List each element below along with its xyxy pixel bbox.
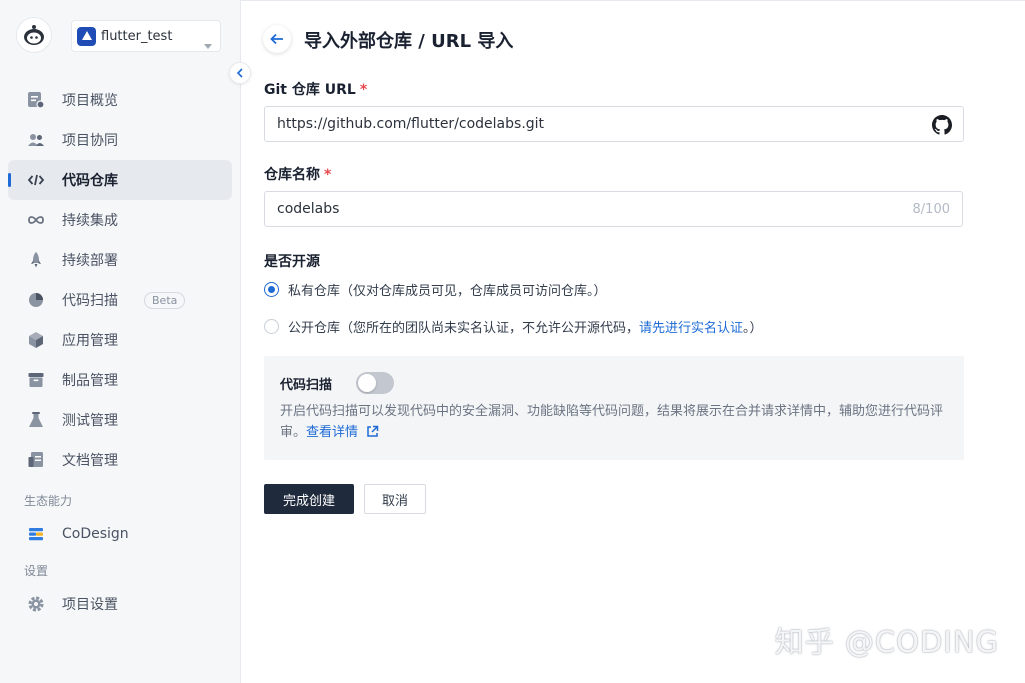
coding-mascot-logo[interactable] (16, 17, 52, 53)
sidebar-item-docs[interactable]: 文档管理 (8, 440, 232, 480)
cancel-button[interactable]: 取消 (364, 484, 426, 514)
required-mark: * (324, 167, 332, 183)
chevron-left-icon (236, 68, 243, 78)
submit-button[interactable]: 完成创建 (264, 484, 354, 514)
sidebar-item-label: 测试管理 (62, 413, 118, 429)
sidebar-item-overview[interactable]: 项目概览 (8, 80, 232, 120)
radio-public-label-suffix: 。） (743, 321, 763, 336)
sidebar: flutter_test 项目概览 项目协同 代码仓库 持续集成 持续部署 代码… (0, 0, 241, 683)
code-scan-panel: 代码扫描 开启代码扫描可以发现代码中的安全漏洞、功能缺陷等代码问题，结果将展示在… (264, 356, 964, 460)
toggle-knob (358, 374, 376, 392)
sidebar-item-code-scan[interactable]: 代码扫描 Beta (8, 280, 232, 320)
watermark: 知乎 @CODING (774, 625, 999, 659)
code-icon (26, 170, 46, 190)
sidebar-item-ci[interactable]: 持续集成 (8, 200, 232, 240)
view-details-link-text: 查看详情 (306, 425, 359, 440)
flask-icon (26, 410, 46, 430)
caret-down-icon (204, 34, 212, 53)
sidebar-item-project-settings[interactable]: 项目设置 (8, 584, 232, 624)
sidebar-item-label: 项目协同 (62, 133, 118, 149)
real-name-verify-link[interactable]: 请先进行实名认证 (639, 317, 743, 336)
sidebar-item-label: 持续部署 (62, 253, 118, 269)
sidebar-item-artifacts[interactable]: 制品管理 (8, 360, 232, 400)
sidebar-item-label: CoDesign (62, 526, 129, 542)
doc-icon (26, 450, 46, 470)
code-scan-description: 开启代码扫描可以发现代码中的安全漏洞、功能缺陷等代码问题，结果将展示在合并请求详… (280, 401, 950, 443)
sidebar-item-label: 制品管理 (62, 373, 118, 389)
git-url-label-text: Git 仓库 URL (264, 82, 356, 98)
pie-icon (26, 290, 46, 310)
repo-name-label-text: 仓库名称 (264, 167, 320, 183)
radio-private-label: 私有仓库（仅对仓库成员可见，仓库成员可访问仓库。） (288, 284, 607, 299)
radio-public-label-prefix: 公开仓库（您所在的团队尚未实名认证，不允许公开源代码， (288, 321, 640, 336)
sidebar-item-label: 应用管理 (62, 333, 118, 349)
overview-icon (26, 90, 46, 110)
git-url-value: https://github.com/flutter/codelabs.git (277, 116, 545, 132)
rocket-icon (26, 250, 46, 270)
project-icon (77, 26, 96, 46)
section-settings: 设置 (24, 564, 49, 578)
archive-icon (26, 370, 46, 390)
radio-private-control[interactable] (264, 282, 279, 297)
git-url-input[interactable]: https://github.com/flutter/codelabs.git (264, 106, 964, 142)
sidebar-item-team[interactable]: 项目协同 (8, 120, 232, 160)
required-mark: * (359, 82, 368, 98)
radio-public-control[interactable] (264, 319, 279, 334)
sidebar-item-label: 持续集成 (62, 213, 118, 229)
git-url-label: Git 仓库 URL * (264, 79, 367, 99)
project-bar: flutter_test (16, 17, 221, 53)
code-scan-title: 代码扫描 (280, 378, 333, 393)
codesign-logo-icon (26, 524, 46, 544)
sidebar-item-label: 项目概览 (62, 93, 118, 109)
project-name: flutter_test (101, 28, 173, 44)
repo-name-value: codelabs (277, 201, 340, 217)
sidebar-item-code-repo[interactable]: 代码仓库 (8, 160, 232, 200)
sidebar-item-codesign[interactable]: CoDesign (8, 514, 232, 554)
sidebar-item-cd[interactable]: 持续部署 (8, 240, 232, 280)
back-button[interactable] (263, 25, 291, 53)
project-selector[interactable]: flutter_test (71, 20, 221, 52)
arrow-left-icon (270, 33, 283, 45)
repo-name-label: 仓库名称 * (264, 164, 331, 184)
sidebar-item-label: 项目设置 (62, 597, 118, 613)
team-icon (26, 130, 46, 150)
github-icon (932, 115, 952, 139)
beta-badge: Beta (144, 291, 186, 309)
char-counter: 8/100 (912, 202, 950, 217)
view-details-link[interactable]: 查看详情 (306, 425, 379, 440)
radio-private[interactable]: 私有仓库（仅对仓库成员可见，仓库成员可访问仓库。） (264, 280, 607, 299)
infinity-icon (26, 210, 46, 230)
page-title: 导入外部仓库 / URL 导入 (304, 31, 514, 52)
code-scan-toggle[interactable] (356, 372, 394, 394)
sidebar-item-label: 代码扫描 (62, 293, 118, 309)
sidebar-item-label: 文档管理 (62, 453, 118, 469)
sidebar-nav: 项目概览 项目协同 代码仓库 持续集成 持续部署 代码扫描 Beta 应用管理 … (8, 80, 232, 624)
collapse-sidebar-button[interactable] (229, 62, 251, 84)
code-scan-desc-text: 开启代码扫描可以发现代码中的安全漏洞、功能缺陷等代码问题，结果将展示在合并请求详… (280, 404, 944, 440)
external-link-icon (367, 425, 379, 437)
sidebar-item-label: 代码仓库 (62, 173, 118, 189)
repo-name-input[interactable]: codelabs 8/100 (264, 191, 963, 227)
main-content: 导入外部仓库 / URL 导入 Git 仓库 URL * https://gith… (241, 0, 1025, 683)
open-source-label: 是否开源 (264, 254, 320, 270)
gear-icon (26, 594, 46, 614)
app-root: flutter_test 项目概览 项目协同 代码仓库 持续集成 持续部署 代码… (0, 0, 1025, 683)
sidebar-item-app-manage[interactable]: 应用管理 (8, 320, 232, 360)
top-divider (241, 0, 1025, 1)
sidebar-item-testing[interactable]: 测试管理 (8, 400, 232, 440)
radio-public[interactable]: 公开仓库（您所在的团队尚未实名认证，不允许公开源代码， 请先进行实名认证。） (264, 317, 763, 336)
section-eco: 生态能力 (24, 494, 73, 508)
cube-icon (26, 330, 46, 350)
